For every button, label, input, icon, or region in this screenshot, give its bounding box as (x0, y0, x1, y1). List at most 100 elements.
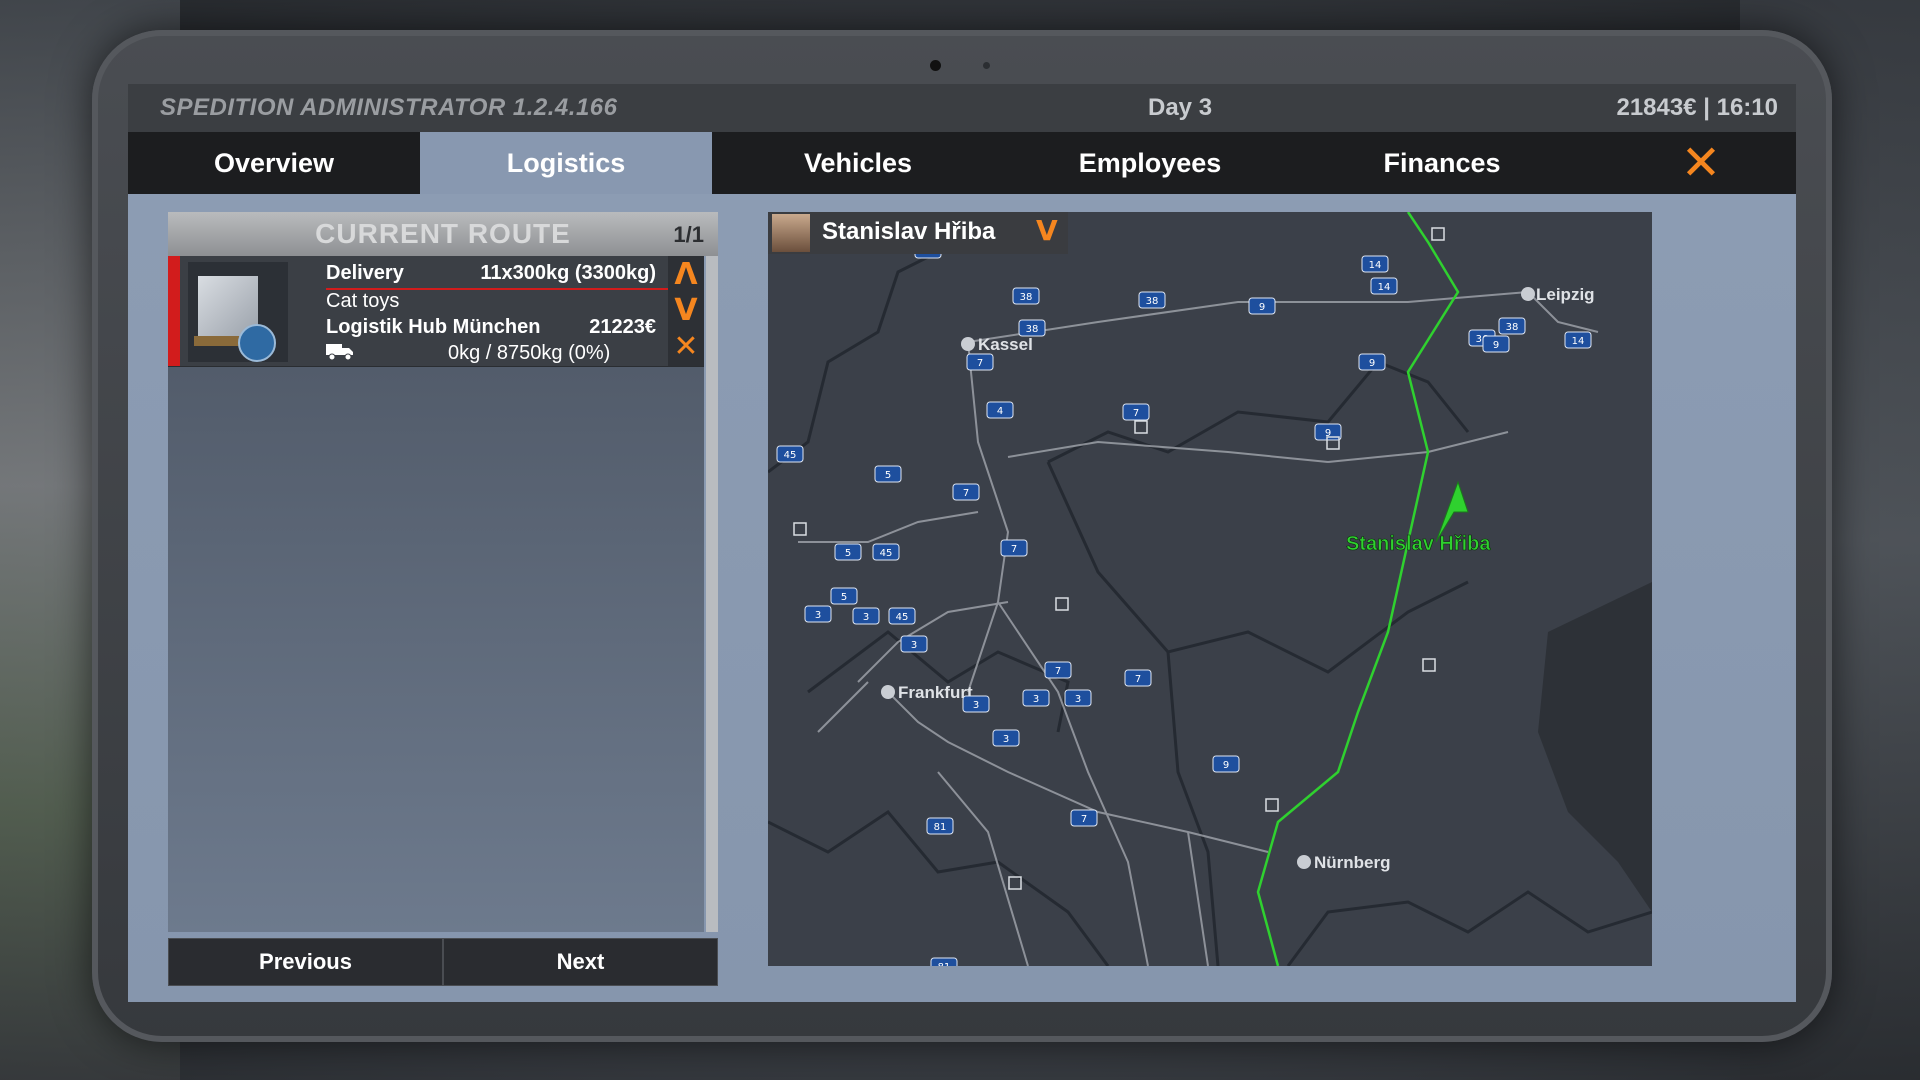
tab-vehicles-label: Vehicles (803, 148, 913, 178)
road-shield: 7 (1000, 539, 1028, 557)
job-accent-bar (168, 256, 180, 366)
job-controls: Λ V ✕ (668, 256, 704, 366)
tab-finances[interactable]: Finances (1296, 132, 1588, 194)
road-shield-label: 3 (1075, 694, 1081, 705)
road-shield: 9 (1212, 755, 1240, 773)
road-shield: 7 (1070, 809, 1098, 827)
map-canvas[interactable]: Kassel Leipzig Frankfurt Nürnberg 7 38 38 3… (768, 212, 1652, 966)
road-shield-label: 45 (880, 548, 893, 559)
road-shield-label: 7 (1011, 544, 1017, 555)
job-price: 21223€ (589, 316, 656, 338)
tab-logistics[interactable]: Logistics (420, 132, 712, 194)
road-shield: 38 (1138, 291, 1166, 309)
road-shield-label: 9 (1259, 302, 1265, 313)
money-time: 21843€ | 16:10 (1616, 94, 1778, 121)
road-shield-label: 14 (1369, 260, 1382, 271)
road-shield: 5 (834, 543, 862, 561)
map-cities (881, 287, 1535, 869)
previous-button[interactable]: Previous (168, 938, 443, 986)
tab-overview[interactable]: Overview 3 (128, 132, 490, 194)
road-shield-label: 81 (938, 962, 951, 966)
road-shield: 38 (1498, 317, 1526, 335)
road-shield: 81 (930, 957, 958, 966)
road-shield: 45 (872, 543, 900, 561)
driver-name: Stanislav Hřiba (822, 218, 996, 245)
road-shield-label: 7 (1133, 408, 1139, 419)
road-shield: 7 (1044, 661, 1072, 679)
road-shield: 7 (966, 353, 994, 371)
road-shield: 5 (830, 587, 858, 605)
route-scrollbar[interactable] (706, 256, 718, 932)
map-dark-region (1538, 582, 1652, 912)
road-shield-label: 3 (1033, 694, 1039, 705)
route-title: CURRENT ROUTE (315, 218, 571, 249)
road-shield-label: 9 (1223, 760, 1229, 771)
close-icon[interactable]: ✕ (1678, 139, 1724, 187)
route-count: 1/1 (673, 222, 704, 247)
road-shield-label: 5 (841, 592, 847, 603)
tab-vehicles[interactable]: Vehicles (712, 132, 1004, 194)
road-shield-label: 38 (1020, 292, 1033, 303)
road-shield: 7 (1124, 669, 1152, 687)
tab-employees[interactable]: Employees (1004, 132, 1296, 194)
road-shield: 81 (926, 817, 954, 835)
tab-finances-label: Finances (1383, 148, 1501, 178)
road-shield: 3 (852, 607, 880, 625)
job-type: Delivery (326, 262, 404, 284)
road-shield-label: 9 (1493, 340, 1499, 351)
route-job-item[interactable]: Delivery 11x300kg (3300kg) Cat toys Logi… (168, 256, 704, 367)
road-shield: 14 (1361, 255, 1389, 273)
job-load: 0kg / 8750kg (0%) (448, 342, 611, 364)
tab-bar: Overview 3 Logistics Vehicles Employees … (128, 132, 1796, 194)
road-shield: 9 (1482, 335, 1510, 353)
road-shield: 45 (776, 445, 804, 463)
road-shield-label: 38 (1026, 324, 1039, 335)
road-shield-label: 81 (934, 822, 947, 833)
status-bar: SPEDITION ADMINISTRATOR 1.2.4.166 Day 3 … (128, 84, 1796, 132)
city-dot-frankfurt (881, 685, 895, 699)
job-weight: 11x300kg (3300kg) (480, 262, 656, 284)
road-shield-label: 3 (911, 640, 917, 651)
road-shield-label: 14 (1572, 336, 1585, 347)
day-indicator: Day 3 (1148, 94, 1213, 121)
job-destination: Logistik Hub München (326, 316, 541, 338)
current-route-panel: CURRENT ROUTE 1/1 Delivery 11x300kg (330… (168, 212, 718, 986)
chevron-down-icon[interactable]: V (1036, 214, 1058, 247)
road-shield-label: 3 (1003, 734, 1009, 745)
road-shield-label: 5 (845, 548, 851, 559)
city-dot-nurnberg (1297, 855, 1311, 869)
next-button[interactable]: Next (443, 938, 718, 986)
road-shield: 3 (992, 729, 1020, 747)
driver-avatar (772, 214, 810, 252)
road-shields: 7383838914143638149997474557545533453773… (776, 241, 1592, 966)
road-shield: 14 (1370, 277, 1398, 295)
route-list: Delivery 11x300kg (3300kg) Cat toys Logi… (168, 256, 704, 932)
road-shield: 38 (1012, 287, 1040, 305)
city-label-kassel: Kassel (978, 335, 1033, 354)
truck-icon (326, 344, 353, 360)
remove-job-icon[interactable]: ✕ (668, 330, 704, 364)
road-shield: 3 (962, 695, 990, 713)
move-down-icon[interactable]: V (668, 294, 704, 328)
road-shield: 7 (1122, 403, 1150, 421)
road-shield-label: 7 (1081, 814, 1087, 825)
driver-selector[interactable]: Stanislav Hřiba V (768, 212, 1068, 254)
road-shield: 38 (1018, 319, 1046, 337)
company-logo-icon (238, 324, 276, 362)
road-shield: 9 (1358, 353, 1386, 371)
move-up-icon[interactable]: Λ (668, 258, 704, 292)
map-view[interactable]: Kassel Leipzig Frankfurt Nürnberg 7 38 38 3… (768, 212, 1652, 966)
road-shield: 3 (804, 605, 832, 623)
road-shield-label: 14 (1378, 282, 1391, 293)
tablet-screen: SPEDITION ADMINISTRATOR 1.2.4.166 Day 3 … (128, 84, 1796, 1002)
road-shield: 5 (874, 465, 902, 483)
sensor-dot (983, 62, 990, 69)
city-label-nurnberg: Nürnberg (1314, 853, 1391, 872)
city-dot-kassel (961, 337, 975, 351)
driver-marker-label: Stanislav Hřiba (1346, 533, 1491, 555)
city-label-leipzig: Leipzig (1536, 285, 1595, 304)
city-label-frankfurt: Frankfurt (898, 683, 973, 702)
road-shield-label: 38 (1506, 322, 1519, 333)
road-shield: 45 (888, 607, 916, 625)
road-shield-label: 5 (885, 470, 891, 481)
